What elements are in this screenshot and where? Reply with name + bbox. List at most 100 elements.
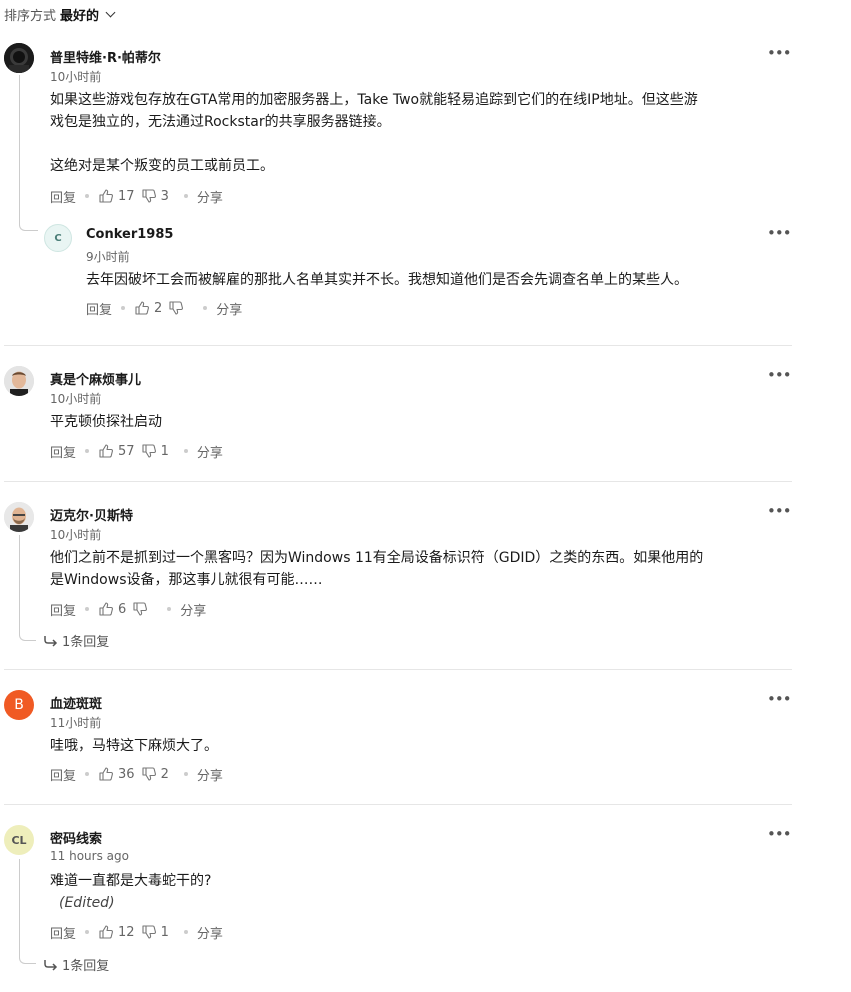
reply-body: 去年因破坏工会而被解雇的那批人名单其实并不长。我想知道他们是否会先调查名单上的某… (86, 272, 688, 288)
comment-author[interactable]: 血迹斑斑 (50, 693, 102, 712)
comment-body: 如果这些游戏包存放在GTA常用的加密服务器上，Take Two就能轻易追踪到它们… (50, 89, 770, 177)
like-button[interactable]: 6 (98, 601, 132, 617)
dislike-button[interactable] (168, 300, 194, 316)
share-button[interactable]: 分享 (180, 600, 206, 619)
dislike-button[interactable]: 3 (141, 188, 175, 204)
divider (4, 804, 792, 805)
divider (4, 345, 792, 346)
dislike-button[interactable]: 2 (141, 766, 175, 782)
reply-button[interactable]: 回复 (50, 923, 76, 942)
comment-time[interactable]: 10小时前 (50, 390, 101, 407)
comment-body: 难道一直都是大毒蛇干的? (50, 873, 212, 889)
sort-dropdown[interactable]: 排序方式 最好的 (4, 5, 116, 24)
like-count: 2 (154, 300, 163, 316)
like-button[interactable]: 17 (98, 188, 141, 204)
avatar[interactable]: CL (4, 825, 34, 855)
separator-dot (85, 194, 90, 198)
separator-dot (183, 930, 188, 934)
thumbs-down-icon (142, 767, 156, 781)
comment-time[interactable]: 11小时前 (50, 714, 101, 731)
more-options-icon[interactable]: ••• (767, 224, 792, 242)
reply-button[interactable]: 回复 (50, 765, 76, 784)
reply-author[interactable]: Conker1985 (86, 227, 173, 242)
comment-author[interactable]: 普里特维·R·帕蒂尔 (50, 47, 161, 66)
comment-time[interactable]: 11 hours ago (50, 849, 129, 863)
like-count: 6 (118, 601, 127, 617)
more-options-icon[interactable]: ••• (767, 502, 792, 520)
reply-arrow-icon (44, 959, 58, 971)
thumbs-up-icon (99, 602, 114, 616)
dislike-button[interactable]: 1 (141, 443, 175, 459)
share-button[interactable]: 分享 (197, 923, 223, 942)
reply-actions: 回复 2 分享 (86, 298, 242, 318)
avatar-initials: C (54, 232, 62, 244)
avatar[interactable]: B (4, 690, 34, 720)
reply-button[interactable]: 回复 (50, 442, 76, 461)
separator-dot (121, 306, 126, 310)
thumbs-up-icon (99, 444, 114, 458)
more-options-icon[interactable]: ••• (767, 44, 792, 62)
divider (4, 669, 792, 670)
comment-body: 平克顿侦探社启动 (50, 414, 162, 430)
comment-time[interactable]: 10小时前 (50, 68, 101, 85)
replies-count-label: 1条回复 (62, 635, 110, 650)
comment-body: 他们之前不是抓到过一个黑客吗？因为Windows 11有全局设备标识符（GDID… (50, 547, 770, 591)
thread-line (19, 75, 20, 223)
more-options-icon[interactable]: ••• (767, 366, 792, 384)
comment-author[interactable]: 密码线索 (50, 828, 102, 847)
share-button[interactable]: 分享 (197, 442, 223, 461)
like-button[interactable]: 57 (98, 443, 141, 459)
sort-label: 排序方式 (4, 9, 57, 24)
comment-actions: 回复 12 1 分享 (50, 922, 223, 942)
reply-time[interactable]: 9小时前 (86, 248, 130, 265)
like-count: 17 (118, 188, 135, 204)
comment-actions: 回复 57 1 分享 (50, 441, 223, 461)
thread-line (19, 859, 20, 956)
like-button[interactable]: 12 (98, 924, 141, 940)
thumbs-up-icon (99, 189, 114, 203)
avatar-initials: B (14, 697, 24, 713)
separator-dot (183, 449, 188, 453)
view-replies-button[interactable]: 1条回复 (44, 631, 109, 650)
dislike-button[interactable]: 1 (141, 924, 175, 940)
reply-button[interactable]: 回复 (50, 187, 76, 206)
comment-actions: 回复 36 2 分享 (50, 764, 223, 784)
avatar[interactable] (4, 43, 34, 73)
comment-author[interactable]: 迈克尔·贝斯特 (50, 505, 133, 524)
thumbs-up-icon (135, 301, 150, 315)
like-button[interactable]: 36 (98, 766, 141, 782)
separator-dot (85, 772, 90, 776)
like-button[interactable]: 2 (134, 300, 168, 316)
avatar[interactable] (4, 502, 34, 532)
separator-dot (203, 306, 208, 310)
share-button[interactable]: 分享 (197, 765, 223, 784)
thumbs-down-icon (142, 925, 156, 939)
dislike-count: 3 (160, 188, 169, 204)
like-count: 12 (118, 924, 135, 940)
more-options-icon[interactable]: ••• (767, 690, 792, 708)
separator-dot (167, 607, 172, 611)
thread-elbow (19, 948, 36, 964)
thread-elbow (19, 625, 36, 641)
thread-line (19, 535, 20, 633)
share-button[interactable]: 分享 (197, 187, 223, 206)
comment-author[interactable]: 真是个麻烦事儿 (50, 369, 141, 388)
view-replies-button[interactable]: 1条回复 (44, 955, 109, 974)
dislike-button[interactable] (132, 601, 158, 617)
comment-body-line: 戏包是独立的，无法通过Rockstar的共享服务器链接。 (50, 114, 391, 130)
reply-arrow-icon (44, 635, 58, 647)
avatar[interactable] (4, 366, 34, 396)
share-button[interactable]: 分享 (216, 299, 242, 318)
more-options-icon[interactable]: ••• (767, 825, 792, 843)
replies-count-label: 1条回复 (62, 959, 110, 974)
comment-body: 哇哦，马特这下麻烦大了。 (50, 738, 218, 754)
comment-body-line (50, 133, 770, 155)
reply-avatar[interactable]: C (44, 224, 72, 252)
reply-button[interactable]: 回复 (86, 299, 112, 318)
like-count: 57 (118, 443, 135, 459)
separator-dot (183, 194, 188, 198)
avatar-initials: CL (11, 833, 27, 847)
reply-button[interactable]: 回复 (50, 600, 76, 619)
comment-time[interactable]: 10小时前 (50, 526, 101, 543)
chevron-down-icon (105, 7, 116, 18)
